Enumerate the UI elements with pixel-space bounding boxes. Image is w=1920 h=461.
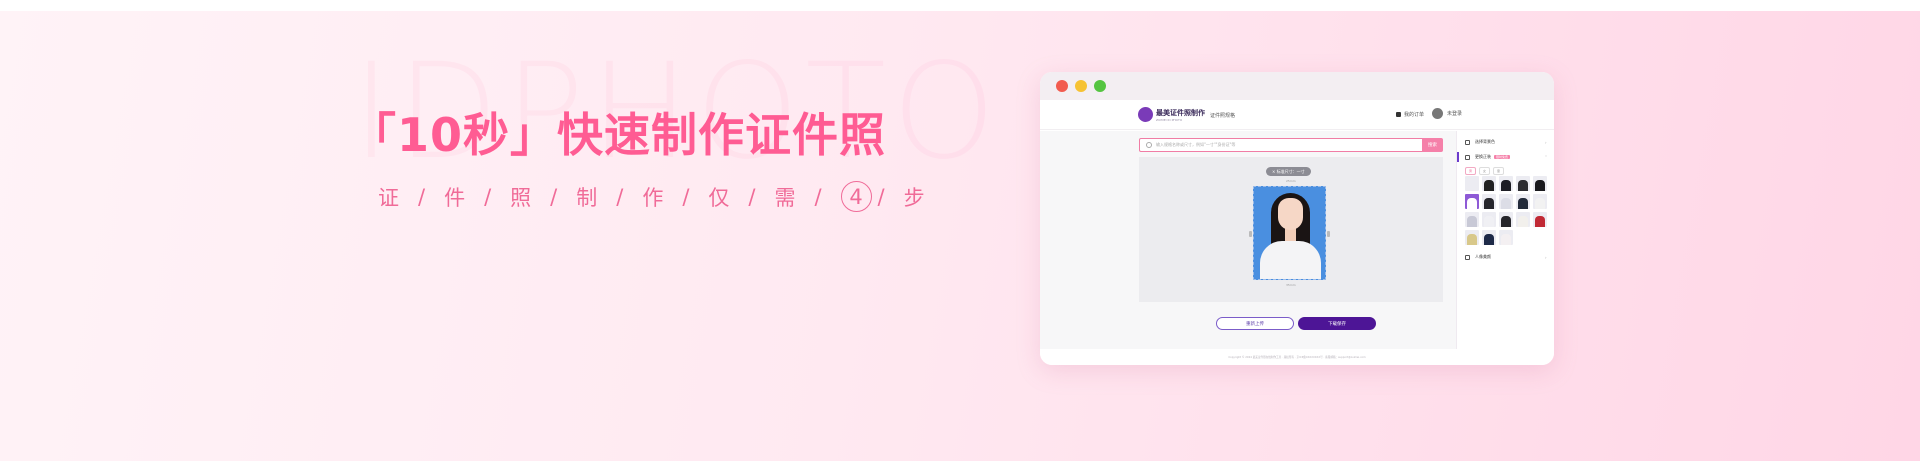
step-sep: / xyxy=(418,184,426,209)
portrait-shirt xyxy=(1260,241,1321,279)
panel-item-label: 选择背景色 xyxy=(1475,139,1495,144)
step-count-badge: 4 xyxy=(840,181,872,212)
photo-canvas: × 标准尺寸：一寸 25mm 35mm xyxy=(1139,157,1443,302)
chevron-down-icon: ˅ xyxy=(1545,154,1547,160)
step-char: 仅 xyxy=(708,185,730,210)
size-tag[interactable]: × 标准尺寸：一寸 xyxy=(1266,167,1311,176)
my-orders-link[interactable]: 我的订单 xyxy=(1396,111,1424,118)
outfit-thumb[interactable] xyxy=(1533,194,1547,209)
reupload-button[interactable]: 重新上传 xyxy=(1216,317,1294,330)
portrait-face xyxy=(1278,198,1303,230)
step-sep: / xyxy=(484,184,492,209)
panel-item-change-outfit[interactable]: 更换正装 限时免费 ˅ xyxy=(1465,154,1547,160)
search-button[interactable]: 搜索 xyxy=(1422,138,1443,152)
chevron-right-icon: › xyxy=(1545,254,1547,260)
outfit-thumb[interactable] xyxy=(1516,212,1530,227)
outfit-thumb[interactable] xyxy=(1499,176,1513,191)
outfit-thumb[interactable] xyxy=(1516,176,1530,191)
orders-icon xyxy=(1396,112,1401,117)
id-photo-preview[interactable] xyxy=(1253,186,1326,280)
step-char: 作 xyxy=(642,185,664,210)
avatar xyxy=(1432,108,1443,119)
outfit-thumb[interactable] xyxy=(1499,212,1513,227)
search-input[interactable]: 输入规格名称或尺寸，例如"一寸""身份证"等 xyxy=(1139,138,1441,152)
user-menu[interactable]: 未登录 xyxy=(1432,108,1462,119)
step-char: 需 xyxy=(774,185,796,210)
panel-item-label: 人像美颜 xyxy=(1475,254,1491,259)
outfit-category-chips: 男 女 童 xyxy=(1465,167,1507,175)
panel-item-background-color[interactable]: 选择背景色 › xyxy=(1465,139,1547,145)
shirt-icon xyxy=(1465,154,1470,160)
step-char: 制 xyxy=(576,185,598,210)
palette-icon xyxy=(1465,139,1470,145)
outfit-thumb[interactable] xyxy=(1482,212,1496,227)
outfit-thumb[interactable] xyxy=(1533,212,1547,227)
brand-name[interactable]: 最美证件照制作 xyxy=(1156,108,1205,118)
chip-female[interactable]: 女 xyxy=(1479,167,1491,175)
window-titlebar xyxy=(1040,72,1554,100)
resize-handle-right[interactable] xyxy=(1327,231,1330,237)
outfit-thumb[interactable] xyxy=(1499,194,1513,209)
step-sep: / xyxy=(682,184,690,209)
brand-subtitle: ZUIMEI ID PHOTO xyxy=(1156,118,1183,122)
step-char: 证 xyxy=(378,185,399,210)
hero-headline: 「10秒」快速制作证件照 xyxy=(350,108,887,162)
panel-item-label: 更换正装 xyxy=(1475,154,1491,159)
outfit-thumb[interactable] xyxy=(1482,194,1496,209)
step-sep: / xyxy=(748,184,756,209)
outfit-thumb[interactable] xyxy=(1499,230,1513,245)
minimize-window-dot[interactable] xyxy=(1075,80,1087,92)
options-panel: 选择背景色 › 更换正装 限时免费 ˅ 男 女 童 人像美颜 › xyxy=(1456,131,1554,349)
app-preview-window: 最美证件照制作 ZUIMEI ID PHOTO 证件照规格 我的订单 未登录 输… xyxy=(1040,72,1554,365)
outfit-thumb[interactable] xyxy=(1465,230,1479,245)
search-placeholder: 输入规格名称或尺寸，例如"一寸""身份证"等 xyxy=(1156,142,1236,147)
outfit-thumb[interactable] xyxy=(1465,176,1479,191)
hero-banner: IDPHOTO 「10秒」快速制作证件照 证 / 件 / 照 / 制 / 作 /… xyxy=(0,11,1920,461)
app-navbar: 最美证件照制作 ZUIMEI ID PHOTO 证件照规格 我的订单 未登录 xyxy=(1040,100,1554,130)
panel-item-beauty[interactable]: 人像美颜 › xyxy=(1465,254,1547,260)
active-indicator xyxy=(1457,152,1459,162)
resize-handle-left[interactable] xyxy=(1249,231,1252,237)
outfit-thumb[interactable] xyxy=(1465,212,1479,227)
app-workspace: 输入规格名称或尺寸，例如"一寸""身份证"等 搜索 × 标准尺寸：一寸 25mm… xyxy=(1040,131,1554,349)
face-icon xyxy=(1465,254,1470,260)
chip-child[interactable]: 童 xyxy=(1493,167,1505,175)
brand-logo-icon[interactable] xyxy=(1138,107,1153,122)
step-sep: / xyxy=(877,184,885,209)
outfit-thumb[interactable] xyxy=(1482,230,1496,245)
step-char: 件 xyxy=(444,185,466,210)
outfit-thumb-selected[interactable] xyxy=(1465,194,1479,209)
close-window-dot[interactable] xyxy=(1056,80,1068,92)
outfit-thumb[interactable] xyxy=(1482,176,1496,191)
free-badge: 限时免费 xyxy=(1494,155,1511,159)
chip-male[interactable]: 男 xyxy=(1465,167,1477,175)
width-dimension: 25mm xyxy=(1286,179,1296,183)
app-footer: Copyright © 2024 最美证件照在线制作工具 · 版权所有 · 京I… xyxy=(1040,349,1554,365)
step-sep: / xyxy=(814,184,822,209)
chevron-right-icon: › xyxy=(1545,139,1547,145)
outfit-grid xyxy=(1465,176,1547,245)
height-dimension: 35mm xyxy=(1286,283,1296,287)
download-button[interactable]: 下载保存 xyxy=(1298,317,1376,330)
step-sep: / xyxy=(616,184,624,209)
orders-label: 我的订单 xyxy=(1404,112,1425,118)
step-char: 步 xyxy=(903,185,925,210)
search-icon xyxy=(1146,142,1152,148)
nav-link-specs[interactable]: 证件照规格 xyxy=(1210,112,1235,119)
outfit-thumb[interactable] xyxy=(1533,176,1547,191)
outfit-thumb[interactable] xyxy=(1516,194,1530,209)
step-char: 照 xyxy=(510,185,532,210)
step-sep: / xyxy=(550,184,558,209)
steps-tagline: 证 / 件 / 照 / 制 / 作 / 仅 / 需 / 4 / 步 xyxy=(378,181,944,212)
user-label: 未登录 xyxy=(1447,111,1463,117)
maximize-window-dot[interactable] xyxy=(1094,80,1106,92)
